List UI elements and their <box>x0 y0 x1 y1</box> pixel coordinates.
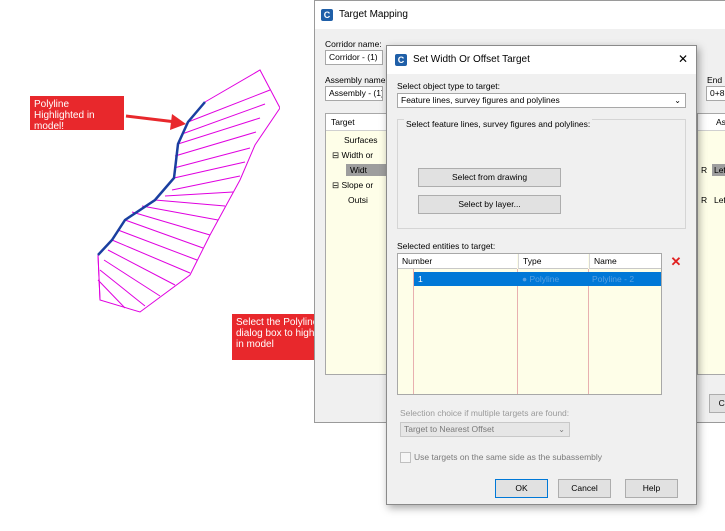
delete-icon[interactable]: ✕ <box>669 255 683 269</box>
side-cell-left-1: Lef <box>712 164 725 176</box>
row-name: Polyline - 2 <box>592 274 635 284</box>
column-header-type[interactable]: Type <box>518 254 588 269</box>
target-mapping-title: Target Mapping <box>339 9 408 20</box>
civil3d-dialog-icon: C <box>395 54 407 66</box>
polyline-highlighted-callout: Polyline Highlighted in model! <box>30 96 124 132</box>
target-mapping-cancel-button[interactable]: Ca <box>709 394 725 413</box>
chevron-down-icon: ⌄ <box>674 96 681 105</box>
side-cell-right-2: R <box>701 195 708 205</box>
side-cell-left-2: Lef <box>714 195 725 205</box>
tree-item-surfaces[interactable]: Surfaces <box>344 135 378 145</box>
corridor-name-label: Corridor name: <box>325 39 382 49</box>
target-tree[interactable]: Target Surfaces ⊟ Width or Widt ⊟ Slope … <box>325 113 390 375</box>
corridor-name-field[interactable]: Corridor - (1) <box>325 50 383 65</box>
target-mapping-titlebar: C Target Mapping <box>315 1 725 29</box>
assignment-header: As <box>698 114 725 131</box>
dialog-titlebar: C Set Width Or Offset Target ✕ <box>387 46 696 74</box>
side-cell-right-1: R <box>701 165 708 175</box>
same-side-checkbox[interactable] <box>400 452 411 463</box>
cancel-button[interactable]: Cancel <box>558 479 611 498</box>
target-tree-header: Target <box>326 114 386 131</box>
select-by-layer-button[interactable]: Select by layer... <box>418 195 561 214</box>
selected-entities-table[interactable]: Number Type Name 1 ● Polyline Polyline -… <box>397 253 662 395</box>
column-header-name[interactable]: Name <box>589 254 661 269</box>
tree-item-slope-or-elevation[interactable]: ⊟ Slope or <box>332 180 373 191</box>
callout-arrow-1 <box>125 114 186 130</box>
object-type-dropdown[interactable]: Feature lines, survey figures and polyli… <box>397 93 686 108</box>
column-header-number[interactable]: Number <box>398 254 517 269</box>
close-icon[interactable]: ✕ <box>678 52 688 66</box>
set-width-offset-target-dialog: C Set Width Or Offset Target ✕ Select ob… <box>386 45 697 505</box>
tree-item-outside[interactable]: Outsi <box>348 195 368 205</box>
tree-item-width-selected[interactable]: Widt <box>346 164 390 176</box>
chevron-down-icon: ⌄ <box>558 425 565 434</box>
row-type: ● Polyline <box>522 274 560 284</box>
feature-lines-group: Select feature lines, survey figures and… <box>397 119 686 229</box>
row-number: 1 <box>418 274 423 284</box>
selection-choice-label: Selection choice if multiple targets are… <box>400 408 570 418</box>
end-station-field[interactable]: 0+8 <box>706 86 725 101</box>
civil3d-app-icon: C <box>321 9 333 21</box>
table-row[interactable]: 1 ● Polyline Polyline - 2 <box>414 272 661 286</box>
select-from-drawing-button[interactable]: Select from drawing <box>418 168 561 187</box>
end-station-label: End S <box>707 75 725 85</box>
select-object-type-label: Select object type to target: <box>397 81 501 91</box>
group-label: Select feature lines, survey figures and… <box>404 119 593 129</box>
help-button[interactable]: Help <box>625 479 678 498</box>
assignment-column: As R Lef R Lef <box>697 113 725 375</box>
selected-entities-label: Selected entities to target: <box>397 241 496 251</box>
assembly-name-label: Assembly name: <box>325 75 388 85</box>
tree-item-width-or-offset[interactable]: ⊟ Width or <box>332 150 373 161</box>
dialog-title: Set Width Or Offset Target <box>413 54 530 65</box>
assembly-name-field[interactable]: Assembly - (1) <box>325 86 383 101</box>
selection-choice-dropdown[interactable]: Target to Nearest Offset ⌄ <box>400 422 570 437</box>
ok-button[interactable]: OK <box>495 479 548 498</box>
same-side-label: Use targets on the same side as the suba… <box>414 452 603 462</box>
